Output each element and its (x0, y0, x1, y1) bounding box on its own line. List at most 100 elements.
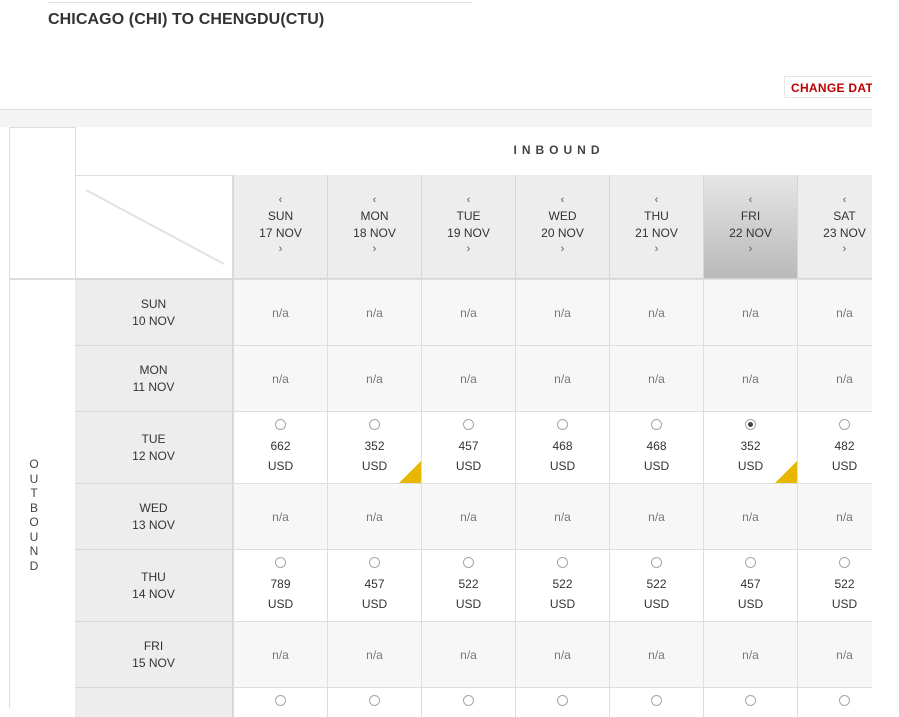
next-day-arrow-icon[interactable]: › (234, 242, 327, 256)
fare-currency: USD (361, 597, 388, 611)
fare-radio-icon[interactable] (839, 557, 850, 568)
fare-radio-icon[interactable] (369, 419, 380, 430)
fare-radio-icon[interactable] (839, 695, 850, 706)
prev-day-arrow-icon[interactable]: ‹ (328, 193, 421, 207)
fare-cell-unavailable: n/a (609, 279, 703, 345)
fare-cell[interactable]: 522 USD (421, 549, 515, 621)
inbound-day-header: ‹ WED 20 NOV › (515, 175, 609, 279)
outbound-day-name: SUN (140, 296, 167, 311)
next-day-arrow-icon[interactable]: › (610, 242, 703, 256)
unavailable-text: n/a (460, 647, 477, 662)
fare-cell[interactable]: 457 USD (703, 549, 797, 621)
fare-cell-unavailable: n/a (421, 345, 515, 411)
outbound-day-header: WED 13 NOV (75, 483, 233, 549)
next-day-arrow-icon[interactable]: › (704, 242, 797, 256)
fare-cell-unavailable: n/a (233, 621, 327, 687)
outbound-letter: O (29, 515, 39, 529)
inbound-day-date: 22 NOV (729, 226, 772, 240)
fare-cell[interactable]: 789 USD (233, 549, 327, 621)
fare-radio-icon[interactable] (557, 557, 568, 568)
fare-cell[interactable] (233, 687, 327, 717)
outbound-letter: O (29, 457, 39, 471)
fare-cell[interactable]: 522 USD (515, 549, 609, 621)
fare-cell[interactable] (327, 687, 421, 717)
inbound-day-header: ‹ MON 18 NOV › (327, 175, 421, 279)
prev-day-arrow-icon[interactable]: ‹ (234, 193, 327, 207)
fare-cell[interactable]: 522 USD (609, 549, 703, 621)
inbound-day-date: 18 NOV (353, 226, 396, 240)
fare-radio-icon[interactable] (369, 695, 380, 706)
outbound-label: OUTBOUND (24, 457, 44, 573)
next-day-arrow-icon[interactable]: › (422, 242, 515, 256)
next-day-arrow-icon[interactable]: › (328, 242, 421, 256)
fare-price: 468 (646, 439, 667, 453)
fare-price: 352 (740, 439, 761, 453)
fare-radio-icon[interactable] (557, 695, 568, 706)
fare-radio-icon[interactable] (557, 419, 568, 430)
unavailable-text: n/a (836, 509, 853, 524)
fare-price: 457 (740, 577, 761, 591)
lowest-fare-corner-triangle-icon (399, 461, 421, 483)
unavailable-text: n/a (460, 305, 477, 320)
fare-radio-icon[interactable] (275, 419, 286, 430)
outbound-day-name: MON (139, 362, 168, 377)
fare-cell[interactable]: 457 USD (327, 549, 421, 621)
fare-cell[interactable]: 457 USD (421, 411, 515, 483)
fare-price: 789 (270, 577, 291, 591)
outbound-letter: N (29, 544, 39, 558)
fare-radio-icon[interactable] (651, 557, 662, 568)
outbound-day-header (75, 687, 233, 717)
fare-cell-unavailable: n/a (421, 279, 515, 345)
fare-cell-unavailable: n/a (233, 279, 327, 345)
fare-cell[interactable] (421, 687, 515, 717)
inbound-day-header: ‹ TUE 19 NOV › (421, 175, 515, 279)
outbound-day-date: 11 NOV (132, 379, 175, 394)
fare-radio-icon[interactable] (463, 695, 474, 706)
fare-cell[interactable] (515, 687, 609, 717)
fare-radio-icon[interactable] (745, 695, 756, 706)
fare-cell[interactable]: 662 USD (233, 411, 327, 483)
fare-radio-icon[interactable] (651, 419, 662, 430)
fare-radio-icon[interactable] (463, 557, 474, 568)
inbound-day-header: ‹ FRI 22 NOV › (703, 175, 797, 279)
fare-cell-unavailable: n/a (609, 483, 703, 549)
outbound-day-date: 14 NOV (132, 586, 175, 601)
prev-day-arrow-icon[interactable]: ‹ (516, 193, 609, 207)
inbound-day-name: FRI (740, 209, 761, 223)
inbound-day-name: SUN (267, 209, 294, 223)
prev-day-arrow-icon[interactable]: ‹ (610, 193, 703, 207)
viewport-edge (872, 0, 899, 708)
fare-cell[interactable] (703, 687, 797, 717)
inbound-day-date: 20 NOV (541, 226, 584, 240)
fare-cell[interactable]: 352 USD (327, 411, 421, 483)
fare-cell[interactable]: 352 USD (703, 411, 797, 483)
inbound-header: INBOUND (75, 127, 872, 175)
outbound-day-date: 15 NOV (132, 655, 175, 670)
fare-radio-icon[interactable] (275, 557, 286, 568)
fare-radio-icon[interactable] (275, 695, 286, 706)
fare-radio-icon[interactable] (745, 419, 756, 430)
fare-radio-icon[interactable] (369, 557, 380, 568)
fare-cell-unavailable: n/a (703, 345, 797, 411)
change-date-button[interactable]: CHANGE DATE (784, 76, 884, 98)
prev-day-arrow-icon[interactable]: ‹ (422, 193, 515, 207)
outbound-day-date: 13 NOV (132, 517, 175, 532)
inbound-day-header: ‹ SUN 17 NOV › (233, 175, 327, 279)
unavailable-text: n/a (366, 509, 383, 524)
unavailable-text: n/a (554, 647, 571, 662)
next-day-arrow-icon[interactable]: › (516, 242, 609, 256)
fare-radio-icon[interactable] (463, 419, 474, 430)
fare-cell[interactable]: 468 USD (609, 411, 703, 483)
fare-currency: USD (643, 597, 670, 611)
outbound-letter: D (29, 558, 39, 573)
fare-cell-unavailable: n/a (703, 279, 797, 345)
unavailable-text: n/a (460, 371, 477, 386)
fare-cell[interactable]: 468 USD (515, 411, 609, 483)
prev-day-arrow-icon[interactable]: ‹ (704, 193, 797, 207)
fare-cell[interactable] (609, 687, 703, 717)
fare-radio-icon[interactable] (651, 695, 662, 706)
fare-radio-icon[interactable] (839, 419, 850, 430)
fare-price: 662 (270, 439, 291, 453)
outbound-day-header: MON 11 NOV (75, 345, 233, 411)
fare-radio-icon[interactable] (745, 557, 756, 568)
